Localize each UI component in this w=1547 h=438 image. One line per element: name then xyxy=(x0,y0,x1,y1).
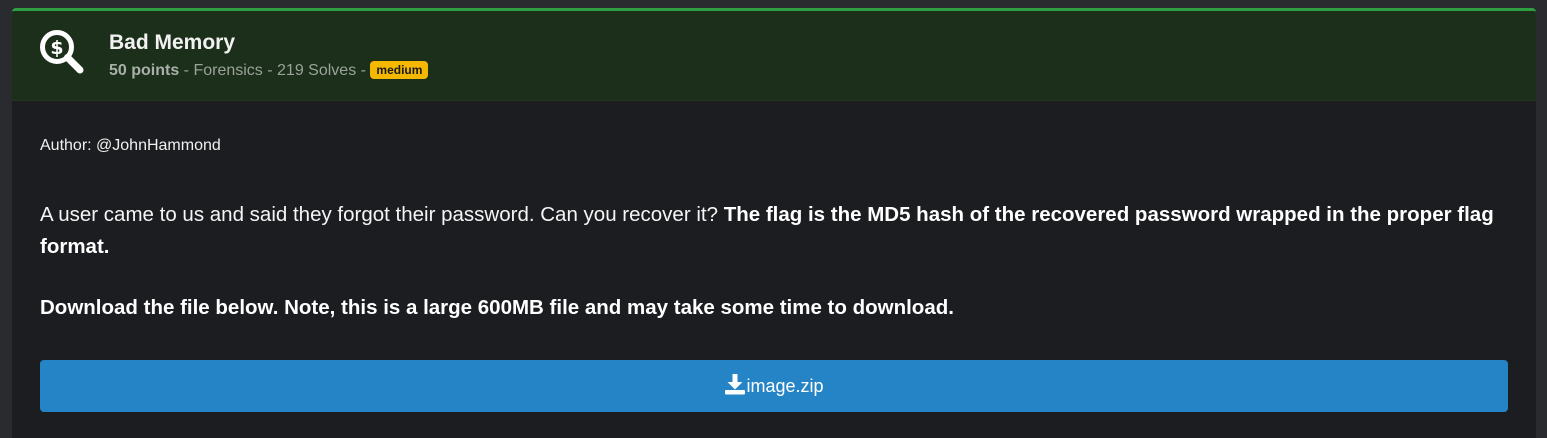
challenge-header: $ Bad Memory 50 points - Forensics - 219… xyxy=(12,11,1536,101)
challenge-points: 50 points xyxy=(109,62,180,79)
challenge-card: $ Bad Memory 50 points - Forensics - 219… xyxy=(12,8,1536,438)
challenge-meta: 50 points - Forensics - 219 Solves - med… xyxy=(109,60,429,82)
dollar-search-icon: $ xyxy=(38,28,86,76)
challenge-author: Author: @JohnHammond xyxy=(40,137,221,154)
challenge-description: A user came to us and said they forgot t… xyxy=(40,199,1500,263)
challenge-category-solves: - Forensics - 219 Solves - xyxy=(179,62,371,79)
download-label: image.zip xyxy=(746,375,824,396)
difficulty-badge: medium xyxy=(370,61,429,79)
svg-text:$: $ xyxy=(50,37,63,59)
download-icon xyxy=(724,373,746,400)
download-note: Download the file below. Note, this is a… xyxy=(40,296,954,319)
description-text: A user came to us and said they forgot t… xyxy=(40,203,724,226)
download-button[interactable]: image.zip xyxy=(40,360,1508,412)
challenge-title: Bad Memory xyxy=(109,31,236,54)
